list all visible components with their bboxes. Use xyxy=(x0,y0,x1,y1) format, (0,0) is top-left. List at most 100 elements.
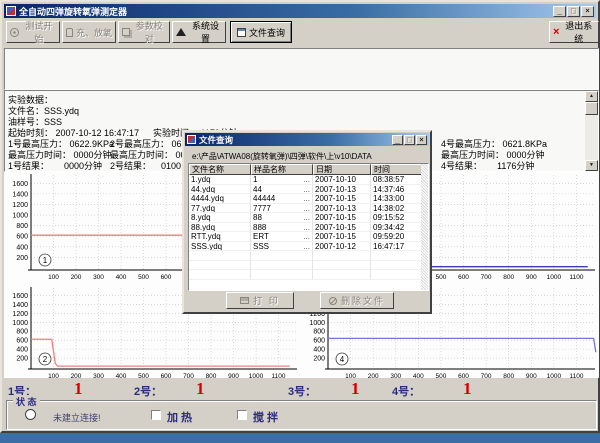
svg-text:200: 200 xyxy=(71,274,82,281)
svg-text:1000: 1000 xyxy=(309,320,325,327)
table-cell: 8.ydq xyxy=(189,213,251,223)
table-row[interactable]: 1.ydq1...2007-10-1008:38:57 xyxy=(189,175,428,185)
svg-text:1100: 1100 xyxy=(272,373,286,378)
stir-checkbox[interactable] xyxy=(237,410,247,420)
print-button[interactable]: 打 印 xyxy=(226,292,294,309)
table-row xyxy=(189,270,428,280)
close-button[interactable]: × xyxy=(581,6,594,17)
svg-text:4: 4 xyxy=(340,355,345,364)
desktop-background xyxy=(0,433,600,443)
status-groupbox: 状 态 未建立连接! 加 热 搅 拌 xyxy=(6,400,597,430)
table-cell xyxy=(313,270,371,280)
delete-file-button[interactable]: 删除文件 xyxy=(320,292,394,309)
param-check-button[interactable]: 参数校对 xyxy=(118,21,170,43)
table-row xyxy=(189,261,428,271)
exit-system-button[interactable]: × 退出系统 xyxy=(549,21,599,43)
status-group-label: 状 态 xyxy=(13,395,40,408)
result-value-2: 1 xyxy=(196,379,205,399)
exit-x-icon: × xyxy=(553,27,559,37)
dialog-maximize-button[interactable]: □ xyxy=(404,135,415,145)
param-check-label: 参数校对 xyxy=(133,19,166,45)
table-cell: 09:34:42 xyxy=(371,223,423,233)
table-cell: 09:15:52 xyxy=(371,213,423,223)
file-table-scrollbar[interactable] xyxy=(421,164,428,290)
svg-text:600: 600 xyxy=(458,274,469,281)
svg-text:500: 500 xyxy=(138,373,149,378)
svg-text:700: 700 xyxy=(481,274,492,281)
table-row[interactable]: 77.ydq7777...2007-10-1314:38:02 xyxy=(189,204,428,214)
table-cell: 2007-10-12 xyxy=(313,242,371,252)
system-settings-button[interactable]: 系统设置 xyxy=(172,21,226,43)
column-header[interactable]: 时间 xyxy=(371,164,423,175)
table-cell: 09:59:20 xyxy=(371,232,423,242)
svg-text:100: 100 xyxy=(48,274,59,281)
table-cell: 44... xyxy=(251,185,313,195)
scroll-down-button[interactable]: ▼ xyxy=(585,160,598,171)
table-cell: 88.ydq xyxy=(189,223,251,233)
clock-icon xyxy=(10,28,19,37)
file-table: 文件名称样品名称日期时间 1.ydq1...2007-10-1008:38:57… xyxy=(188,163,429,291)
table-cell: SSS.ydq xyxy=(189,242,251,252)
table-row[interactable]: SSS.ydqSSS...2007-10-1216:47:17 xyxy=(189,242,428,252)
maximize-button[interactable]: □ xyxy=(567,6,580,17)
svg-text:800: 800 xyxy=(503,274,514,281)
svg-text:400: 400 xyxy=(116,274,127,281)
file-query-dialog: 文件查询 _ □ × e:\产品\ATWA08(旋转氧弹)\四弹\软件\上\v1… xyxy=(182,130,432,314)
table-cell xyxy=(189,251,251,261)
table-cell: 14:37:46 xyxy=(371,185,423,195)
oxygen-label: 充、放氧 xyxy=(76,26,112,39)
result-value-3: 1 xyxy=(351,379,360,399)
table-cell xyxy=(371,261,423,271)
table-row[interactable]: 44.ydq44...2007-10-1314:37:46 xyxy=(189,185,428,195)
svg-text:600: 600 xyxy=(161,274,172,281)
data-panel-scrollbar[interactable]: ▲ ▼ xyxy=(585,91,598,171)
scroll-up-button[interactable]: ▲ xyxy=(585,91,598,102)
table-row[interactable]: 88.ydq888...2007-10-1509:34:42 xyxy=(189,223,428,233)
svg-text:200: 200 xyxy=(16,255,28,262)
column-header[interactable]: 日期 xyxy=(313,164,371,175)
table-cell xyxy=(313,251,371,261)
oxygen-button[interactable]: 充、放氧 xyxy=(62,21,116,43)
oxygen-icon xyxy=(66,28,73,37)
table-cell: RTT.ydq xyxy=(189,232,251,242)
table-cell xyxy=(371,270,423,280)
blank-panel xyxy=(4,48,599,90)
table-row[interactable]: 4444.ydq44444...2007-10-1514:33:00 xyxy=(189,194,428,204)
table-cell xyxy=(189,270,251,280)
svg-text:1400: 1400 xyxy=(12,302,28,309)
column-header[interactable]: 样品名称 xyxy=(251,164,313,175)
dialog-close-button[interactable]: × xyxy=(416,135,427,145)
ellipsis: ... xyxy=(303,242,310,252)
table-cell: 16:47:17 xyxy=(371,242,423,252)
ellipsis: ... xyxy=(303,223,310,233)
svg-text:200: 200 xyxy=(368,373,379,378)
file-query-button[interactable]: 文件查询 xyxy=(230,21,292,43)
start-test-label: 测试开始 xyxy=(22,19,56,45)
svg-text:200: 200 xyxy=(16,356,28,363)
param-icon xyxy=(122,28,130,36)
column-header[interactable]: 文件名称 xyxy=(189,164,251,175)
svg-text:800: 800 xyxy=(16,329,28,336)
svg-text:200: 200 xyxy=(71,373,82,378)
table-row[interactable]: 8.ydq88...2007-10-1509:15:52 xyxy=(189,213,428,223)
heat-checkbox[interactable] xyxy=(151,410,161,420)
dialog-titlebar: 文件查询 _ □ × xyxy=(185,133,429,146)
start-test-button[interactable]: 测试开始 xyxy=(6,21,60,43)
connection-status-text: 未建立连接! xyxy=(53,411,101,424)
table-cell: 888... xyxy=(251,223,313,233)
ellipsis: ... xyxy=(303,175,310,185)
dialog-minimize-button[interactable]: _ xyxy=(392,135,403,145)
app-icon xyxy=(6,6,16,16)
toolbar: 测试开始 充、放氧 参数校对 系统设置 文件查询 × 退出系统 xyxy=(4,19,600,47)
svg-text:400: 400 xyxy=(413,373,424,378)
scroll-thumb[interactable] xyxy=(585,102,598,115)
table-row[interactable]: RTT.ydqERT...2007-10-1509:59:20 xyxy=(189,232,428,242)
connection-indicator[interactable] xyxy=(25,409,36,420)
file-query-label: 文件查询 xyxy=(249,26,285,39)
table-cell: 2007-10-15 xyxy=(313,223,371,233)
table-cell: ERT... xyxy=(251,232,313,242)
minimize-button[interactable]: _ xyxy=(553,6,566,17)
dialog-title: 文件查询 xyxy=(199,134,391,146)
result-value-1: 1 xyxy=(74,379,83,399)
result-label-4: 4号： xyxy=(392,383,420,399)
